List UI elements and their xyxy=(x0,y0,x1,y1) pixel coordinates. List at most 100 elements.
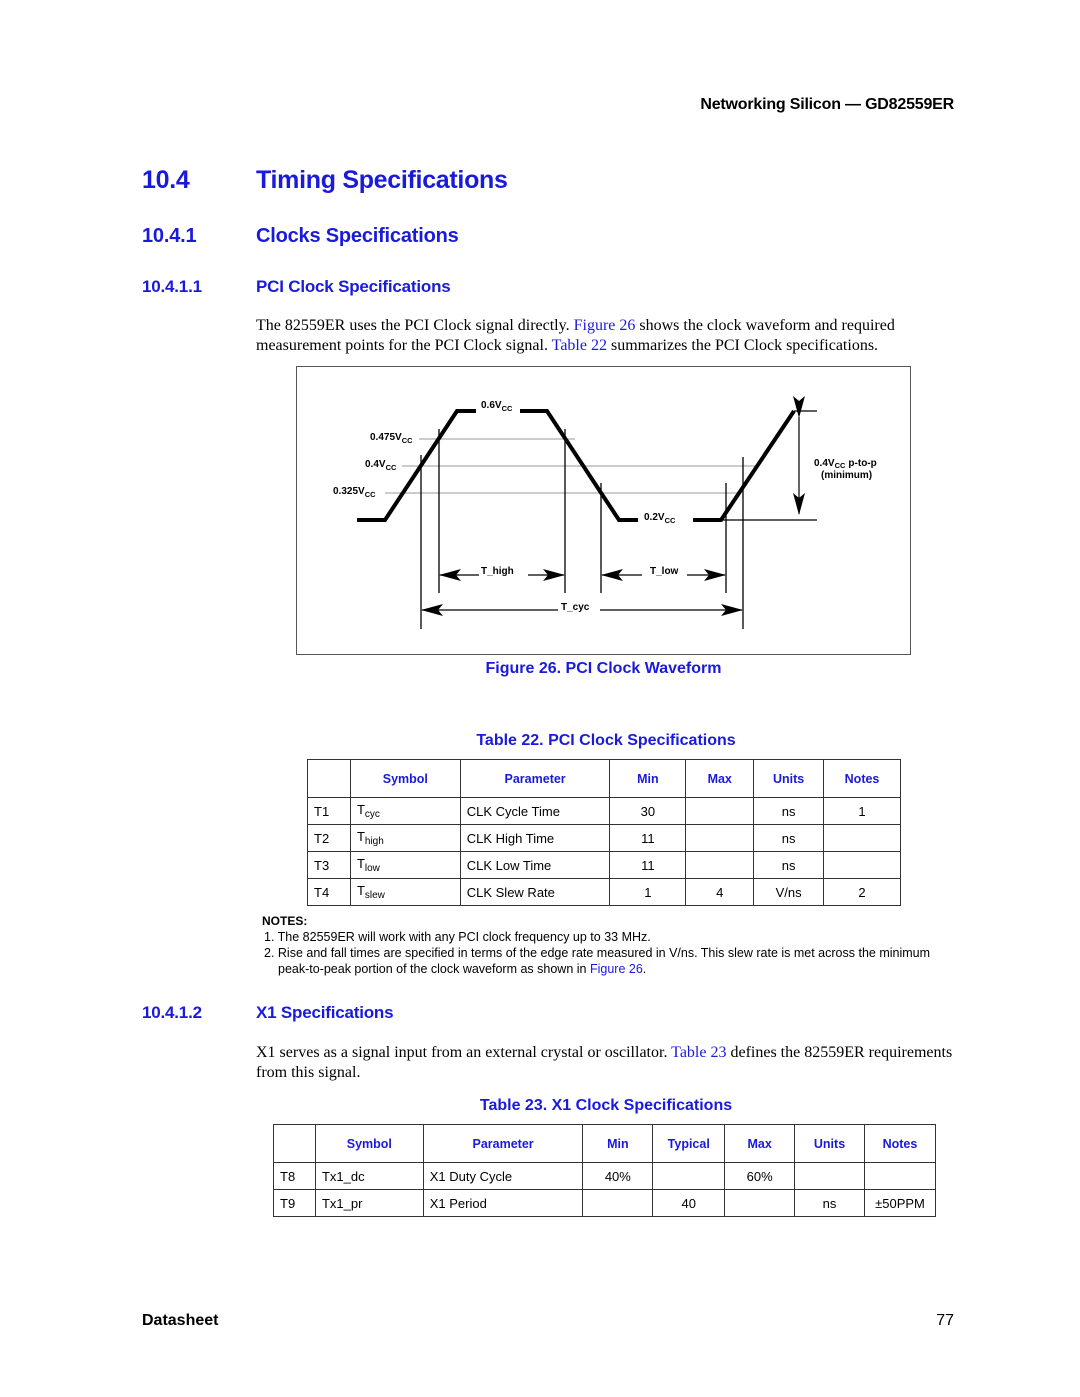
table-row: T1 Tcyc CLK Cycle Time 30 ns 1 xyxy=(307,797,901,825)
note-item: 2. Rise and fall times are specified in … xyxy=(264,946,931,976)
label-t-high: T_high xyxy=(481,566,514,577)
running-header: Networking Silicon — GD82559ER xyxy=(700,96,954,113)
cell-id: T2 xyxy=(307,824,351,852)
cell-symbol: Tcyc xyxy=(349,797,461,825)
cell-symbol: Tx1_pr xyxy=(314,1189,424,1217)
cell-min: 11 xyxy=(609,851,687,879)
header-max: Max xyxy=(685,759,755,798)
waveform-diagram: 0.6VCC 0.475VCC 0.4VCC 0.325VCC 0.2VCC 0… xyxy=(333,396,877,629)
label-t-cyc: T_cyc xyxy=(561,602,590,613)
cell-notes xyxy=(863,1162,937,1190)
cell-symbol: Thigh xyxy=(349,824,461,852)
subsection-title: Clocks Specifications xyxy=(256,225,459,247)
label-p2p-minimum: (minimum) xyxy=(821,470,872,481)
note-item: 1. The 82559ER will work with any PCI cl… xyxy=(264,930,651,944)
pci-clock-waveform-figure: 0.6VCC 0.475VCC 0.4VCC 0.325VCC 0.2VCC 0… xyxy=(296,366,911,655)
section-title: Timing Specifications xyxy=(256,166,508,194)
table-row: T4 Tslew CLK Slew Rate 1 4 V/ns 2 xyxy=(307,878,901,906)
page-number: 77 xyxy=(936,1312,954,1329)
cell-min: 11 xyxy=(609,824,687,852)
table-row: T8 Tx1_dc X1 Duty Cycle 40% 60% xyxy=(273,1162,937,1190)
cell-typical xyxy=(652,1162,726,1190)
header-parameter: Parameter xyxy=(459,759,611,798)
label-0-6vcc: 0.6VCC xyxy=(481,400,513,413)
header-cell xyxy=(273,1124,316,1163)
cell-symbol: Tlow xyxy=(349,851,461,879)
footer-doc-type: Datasheet xyxy=(142,1312,219,1329)
header-parameter: Parameter xyxy=(422,1124,584,1163)
subsubsection-number-x1: 10.4.1.2 xyxy=(142,1003,202,1022)
figure-26-link[interactable]: Figure 26 xyxy=(574,317,636,334)
cell-id: T8 xyxy=(273,1162,316,1190)
figure-26-caption: Figure 26. PCI Clock Waveform xyxy=(485,660,722,677)
x1-clock-spec-table: Symbol Parameter Min Typical Max Units N… xyxy=(273,1124,937,1217)
header-cell xyxy=(307,759,351,798)
table-row: T2 Thigh CLK High Time 11 ns xyxy=(307,824,901,852)
subsubsection-number-pci: 10.4.1.1 xyxy=(142,277,202,296)
cell-symbol: Tx1_dc xyxy=(314,1162,424,1190)
cell-id: T9 xyxy=(273,1189,316,1217)
cell-units: ns xyxy=(753,851,825,879)
cell-id: T3 xyxy=(307,851,351,879)
cell-parameter: CLK High Time xyxy=(459,824,611,852)
cell-notes xyxy=(823,851,901,879)
table-23-caption: Table 23. X1 Clock Specifications xyxy=(479,1097,733,1114)
subsubsection-title-pci: PCI Clock Specifications xyxy=(256,277,451,296)
cell-parameter: X1 Duty Cycle xyxy=(422,1162,584,1190)
cell-symbol: Tslew xyxy=(349,878,461,906)
header-min: Min xyxy=(609,759,687,798)
notes-heading: NOTES: xyxy=(262,914,308,928)
header-typical: Typical xyxy=(652,1124,726,1163)
header-units: Units xyxy=(794,1124,865,1163)
cell-max xyxy=(685,851,755,879)
cell-typical: 40 xyxy=(652,1189,726,1217)
cell-units: ns xyxy=(753,797,825,825)
header-notes: Notes xyxy=(823,759,901,798)
label-0-325vcc: 0.325VCC xyxy=(333,486,376,499)
table-header-row: Symbol Parameter Min Max Units Notes xyxy=(307,759,901,798)
cell-units xyxy=(794,1162,865,1190)
cell-max xyxy=(685,797,755,825)
header-units: Units xyxy=(753,759,825,798)
cell-parameter: CLK Cycle Time xyxy=(459,797,611,825)
figure-26-link[interactable]: Figure 26 xyxy=(590,962,643,976)
paragraph-text: summarizes the PCI Clock specifications. xyxy=(606,336,879,354)
cell-max: 60% xyxy=(724,1162,796,1190)
table-22-caption: Table 22. PCI Clock Specifications xyxy=(476,732,736,749)
cell-parameter: CLK Slew Rate xyxy=(459,878,611,906)
cell-min: 40% xyxy=(582,1162,654,1190)
cell-units: ns xyxy=(753,824,825,852)
table-23-link[interactable]: Table 23 xyxy=(671,1044,726,1061)
cell-max: 4 xyxy=(685,878,755,906)
cell-parameter: X1 Period xyxy=(422,1189,584,1217)
cell-id: T1 xyxy=(307,797,351,825)
header-min: Min xyxy=(582,1124,654,1163)
cell-max xyxy=(685,824,755,852)
cell-min xyxy=(582,1189,654,1217)
paragraph-text: X1 serves as a signal input from an exte… xyxy=(256,1044,672,1061)
table-22-link[interactable]: Table 22 xyxy=(552,337,607,354)
cell-parameter: CLK Low Time xyxy=(459,851,611,879)
cell-max xyxy=(724,1189,796,1217)
label-0-2vcc: 0.2VCC xyxy=(644,512,676,525)
table-row: T9 Tx1_pr X1 Period 40 ns ±50PPM xyxy=(273,1189,937,1217)
table-row: T3 Tlow CLK Low Time 11 ns xyxy=(307,851,901,879)
subsubsection-title-x1: X1 Specifications xyxy=(256,1003,394,1022)
label-0-475vcc: 0.475VCC xyxy=(370,432,413,445)
header-notes: Notes xyxy=(863,1124,937,1163)
cell-id: T4 xyxy=(307,878,351,906)
pci-clock-paragraph: The 82559ER uses the PCI Clock signal di… xyxy=(256,316,956,355)
table-22-notes: NOTES: 1. The 82559ER will work with any… xyxy=(262,913,962,977)
cell-notes: ±50PPM xyxy=(863,1189,937,1217)
paragraph-text: The 82559ER uses the PCI Clock signal di… xyxy=(256,317,574,334)
header-symbol: Symbol xyxy=(314,1124,424,1163)
cell-units: V/ns xyxy=(753,878,825,906)
cell-notes: 1 xyxy=(823,797,901,825)
cell-units: ns xyxy=(794,1189,865,1217)
label-0-4vcc: 0.4VCC xyxy=(365,459,397,472)
cell-min: 1 xyxy=(609,878,687,906)
label-p2p: 0.4VCC p-to-p xyxy=(814,458,877,470)
header-max: Max xyxy=(724,1124,796,1163)
label-t-low: T_low xyxy=(650,566,679,577)
cell-min: 30 xyxy=(609,797,687,825)
